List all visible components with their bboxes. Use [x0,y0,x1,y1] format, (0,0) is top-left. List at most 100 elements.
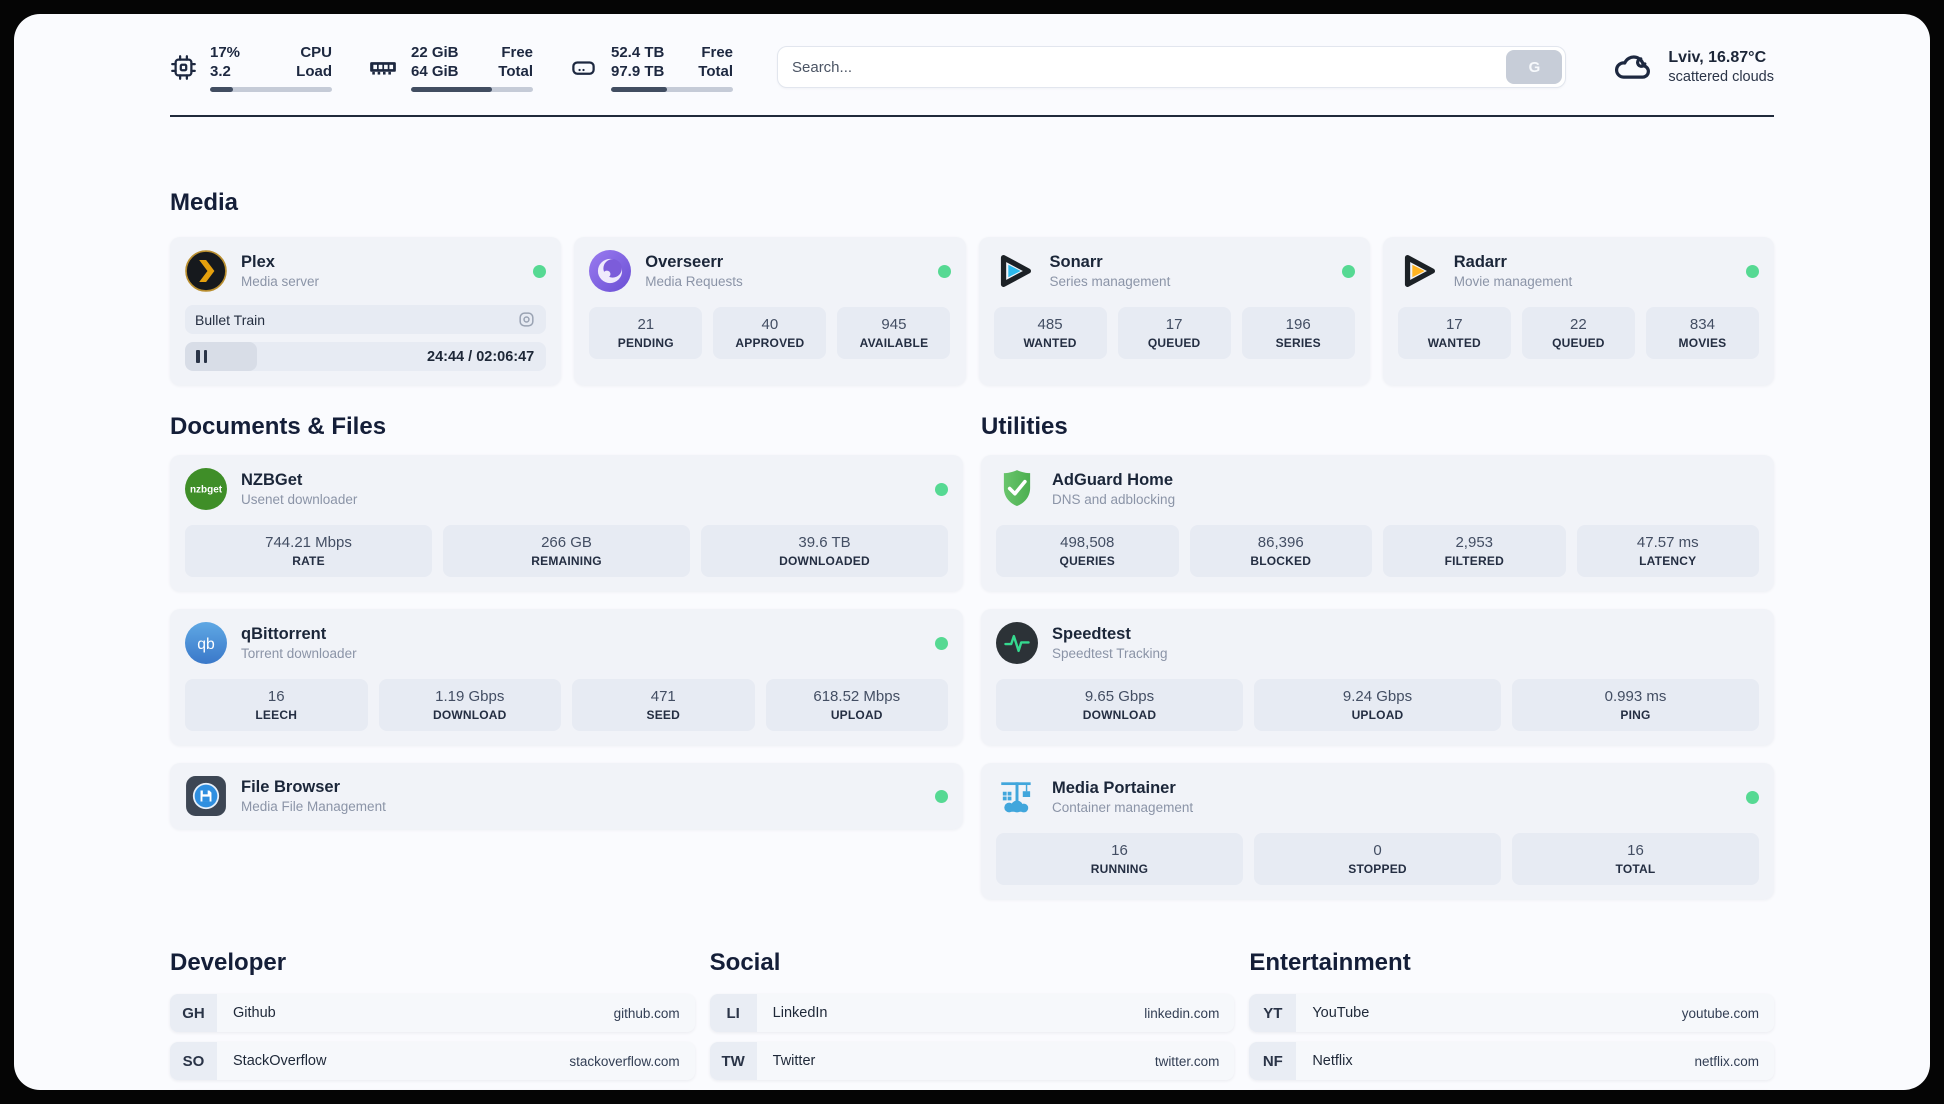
stat-value: 22 [1570,316,1587,333]
link-section-developer: Developer GH Github github.com SO StackO… [170,949,695,1090]
link-name: StackOverflow [233,1053,327,1069]
stat-value: 17 [1165,316,1183,333]
stat-label: QUERIES [1059,554,1115,568]
svg-text:qb: qb [197,636,215,653]
now-playing-title: Bullet Train [195,311,266,328]
ram-metric: 22 GiB Free 64 GiB Total [368,43,533,92]
weather-location-temp: Lviv, 16.87°C [1668,49,1767,66]
stat-label: RATE [292,554,325,568]
ram-free-value: 22 GiB [411,43,459,61]
status-online-dot [937,264,951,278]
stat-tile: 0 STOPPED [1254,833,1501,885]
dashboard-page: 17% CPU 3.2 Load 22 GiB Free 64 GiB Tota… [14,14,1930,1090]
link-item-stackoverflow[interactable]: SO StackOverflow stackoverflow.com [170,1042,695,1080]
stat-tile: 471 SEED [572,679,755,731]
app-card-plex[interactable]: Plex Media server Bullet Train 24:44 / 0… [170,237,562,385]
status-online-dot [533,264,547,278]
now-playing-row: Bullet Train [185,305,547,334]
app-card-portainer[interactable]: Media Portainer Container management 16 … [981,763,1774,899]
adguard-icon [996,468,1038,510]
link-item-twitter[interactable]: TW Twitter twitter.com [709,1042,1235,1080]
stat-value: 16 [1111,842,1128,859]
link-item-netflix[interactable]: NF Netflix netflix.com [1249,1042,1774,1080]
stat-value: 834 [1689,316,1715,333]
stat-tile: 618.52 Mbps UPLOAD [765,679,948,731]
cpu-usage-value: 17% [210,43,241,61]
search-input[interactable] [778,58,1507,76]
app-card-speedtest[interactable]: Speedtest Speedtest Tracking 9.65 Gbps D… [981,609,1774,745]
app-card-radarr[interactable]: Radarr Movie management 17 WANTED 22 QUE… [1382,237,1774,385]
cpu-icon [170,54,197,81]
stat-tile: 744.21 Mbps RATE [185,525,432,577]
stat-label: LEECH [255,708,298,722]
link-section-entertainment: Entertainment YT YouTube youtube.com NF … [1249,949,1774,1090]
stat-tile: 39.6 TB DOWNLOADED [701,525,948,577]
stat-tile: 16 LEECH [185,679,368,731]
link-name: Twitter [772,1053,816,1069]
stat-label: TOTAL [1615,862,1656,876]
link-name: YouTube [1312,1005,1370,1021]
overseerr-icon [589,250,632,292]
app-title: NZBGet [241,471,303,489]
stat-tile: 17 QUEUED [1117,307,1231,359]
playback-progress-row: 24:44 / 02:06:47 [185,342,547,371]
weather-widget[interactable]: Lviv, 16.87°C scattered clouds [1612,47,1774,88]
stat-tile: 16 RUNNING [996,833,1243,885]
stat-label: MOVIES [1678,336,1727,350]
app-title: Sonarr [1049,253,1103,271]
search-engine-button[interactable]: G [1506,50,1563,84]
stat-label: DOWNLOADED [779,554,870,568]
link-url: netflix.com [1694,1053,1759,1069]
app-card-qbittorrent[interactable]: qb qBittorrent Torrent downloader 16 LEE… [170,609,963,745]
stat-tile: 196 SERIES [1241,307,1355,359]
app-title: qBittorrent [241,625,327,643]
app-card-sonarr[interactable]: Sonarr Series management 485 WANTED 17 Q… [978,237,1370,385]
portainer-icon [996,776,1038,818]
app-card-adguard[interactable]: AdGuard Home DNS and adblocking 498,508 … [981,455,1774,591]
stat-label: UPLOAD [1351,708,1404,722]
svg-text:nzbget: nzbget [190,485,223,496]
link-item-github[interactable]: GH Github github.com [170,994,695,1032]
stat-tile: 485 WANTED [993,307,1107,359]
session-info-icon[interactable] [517,310,536,329]
app-title: Plex [241,253,275,271]
app-card-nzbget[interactable]: nzbget NZBGet Usenet downloader 744.21 M… [170,455,963,591]
cloud-icon [1612,47,1654,88]
link-section-social: Social LI LinkedIn linkedin.com TW Twitt… [709,949,1235,1090]
stat-label: PENDING [617,336,674,350]
app-subtitle: Media File Management [241,799,386,814]
link-url: youtube.com [1681,1005,1759,1021]
link-url: stackoverflow.com [569,1053,680,1069]
cpu-load-label: Load [296,62,332,80]
app-card-overseerr[interactable]: Overseerr Media Requests 21 PENDING 40 A… [574,237,966,385]
stat-value: 618.52 Mbps [813,688,901,705]
app-card-filebrowser[interactable]: File Browser Media File Management [170,763,963,829]
playback-time: 24:44 / 02:06:47 [427,348,535,365]
stat-value: 16 [267,688,285,705]
link-name: Github [233,1005,276,1021]
stat-label: BLOCKED [1250,554,1312,568]
stat-tile: 22 QUEUED [1521,307,1635,359]
header-divider [170,115,1774,117]
link-url: github.com [613,1005,680,1021]
top-bar: 17% CPU 3.2 Load 22 GiB Free 64 GiB Tota… [170,36,1774,98]
disk-total-value: 97.9 TB [611,62,665,80]
pause-icon [196,350,207,363]
stat-value: 9.65 Gbps [1084,688,1155,705]
stat-value: 9.24 Gbps [1342,688,1413,705]
stat-value: 196 [1285,316,1311,333]
stat-value: 498,508 [1060,534,1115,551]
stat-tile: 9.24 Gbps UPLOAD [1254,679,1501,731]
cpu-progress-bar [210,86,332,92]
stat-value: 0.993 ms [1604,688,1667,705]
stat-value: 17 [1445,316,1463,333]
stat-label: SERIES [1275,336,1321,350]
link-name: Netflix [1312,1053,1353,1069]
stat-value: 2,953 [1455,534,1494,551]
system-metrics: 17% CPU 3.2 Load 22 GiB Free 64 GiB Tota… [170,43,733,92]
stat-value: 1.19 Gbps [435,688,505,705]
link-item-youtube[interactable]: YT YouTube youtube.com [1249,994,1774,1032]
ram-total-label: Total [498,62,533,80]
link-url: linkedin.com [1144,1005,1220,1021]
link-item-linkedin[interactable]: LI LinkedIn linkedin.com [709,994,1235,1032]
